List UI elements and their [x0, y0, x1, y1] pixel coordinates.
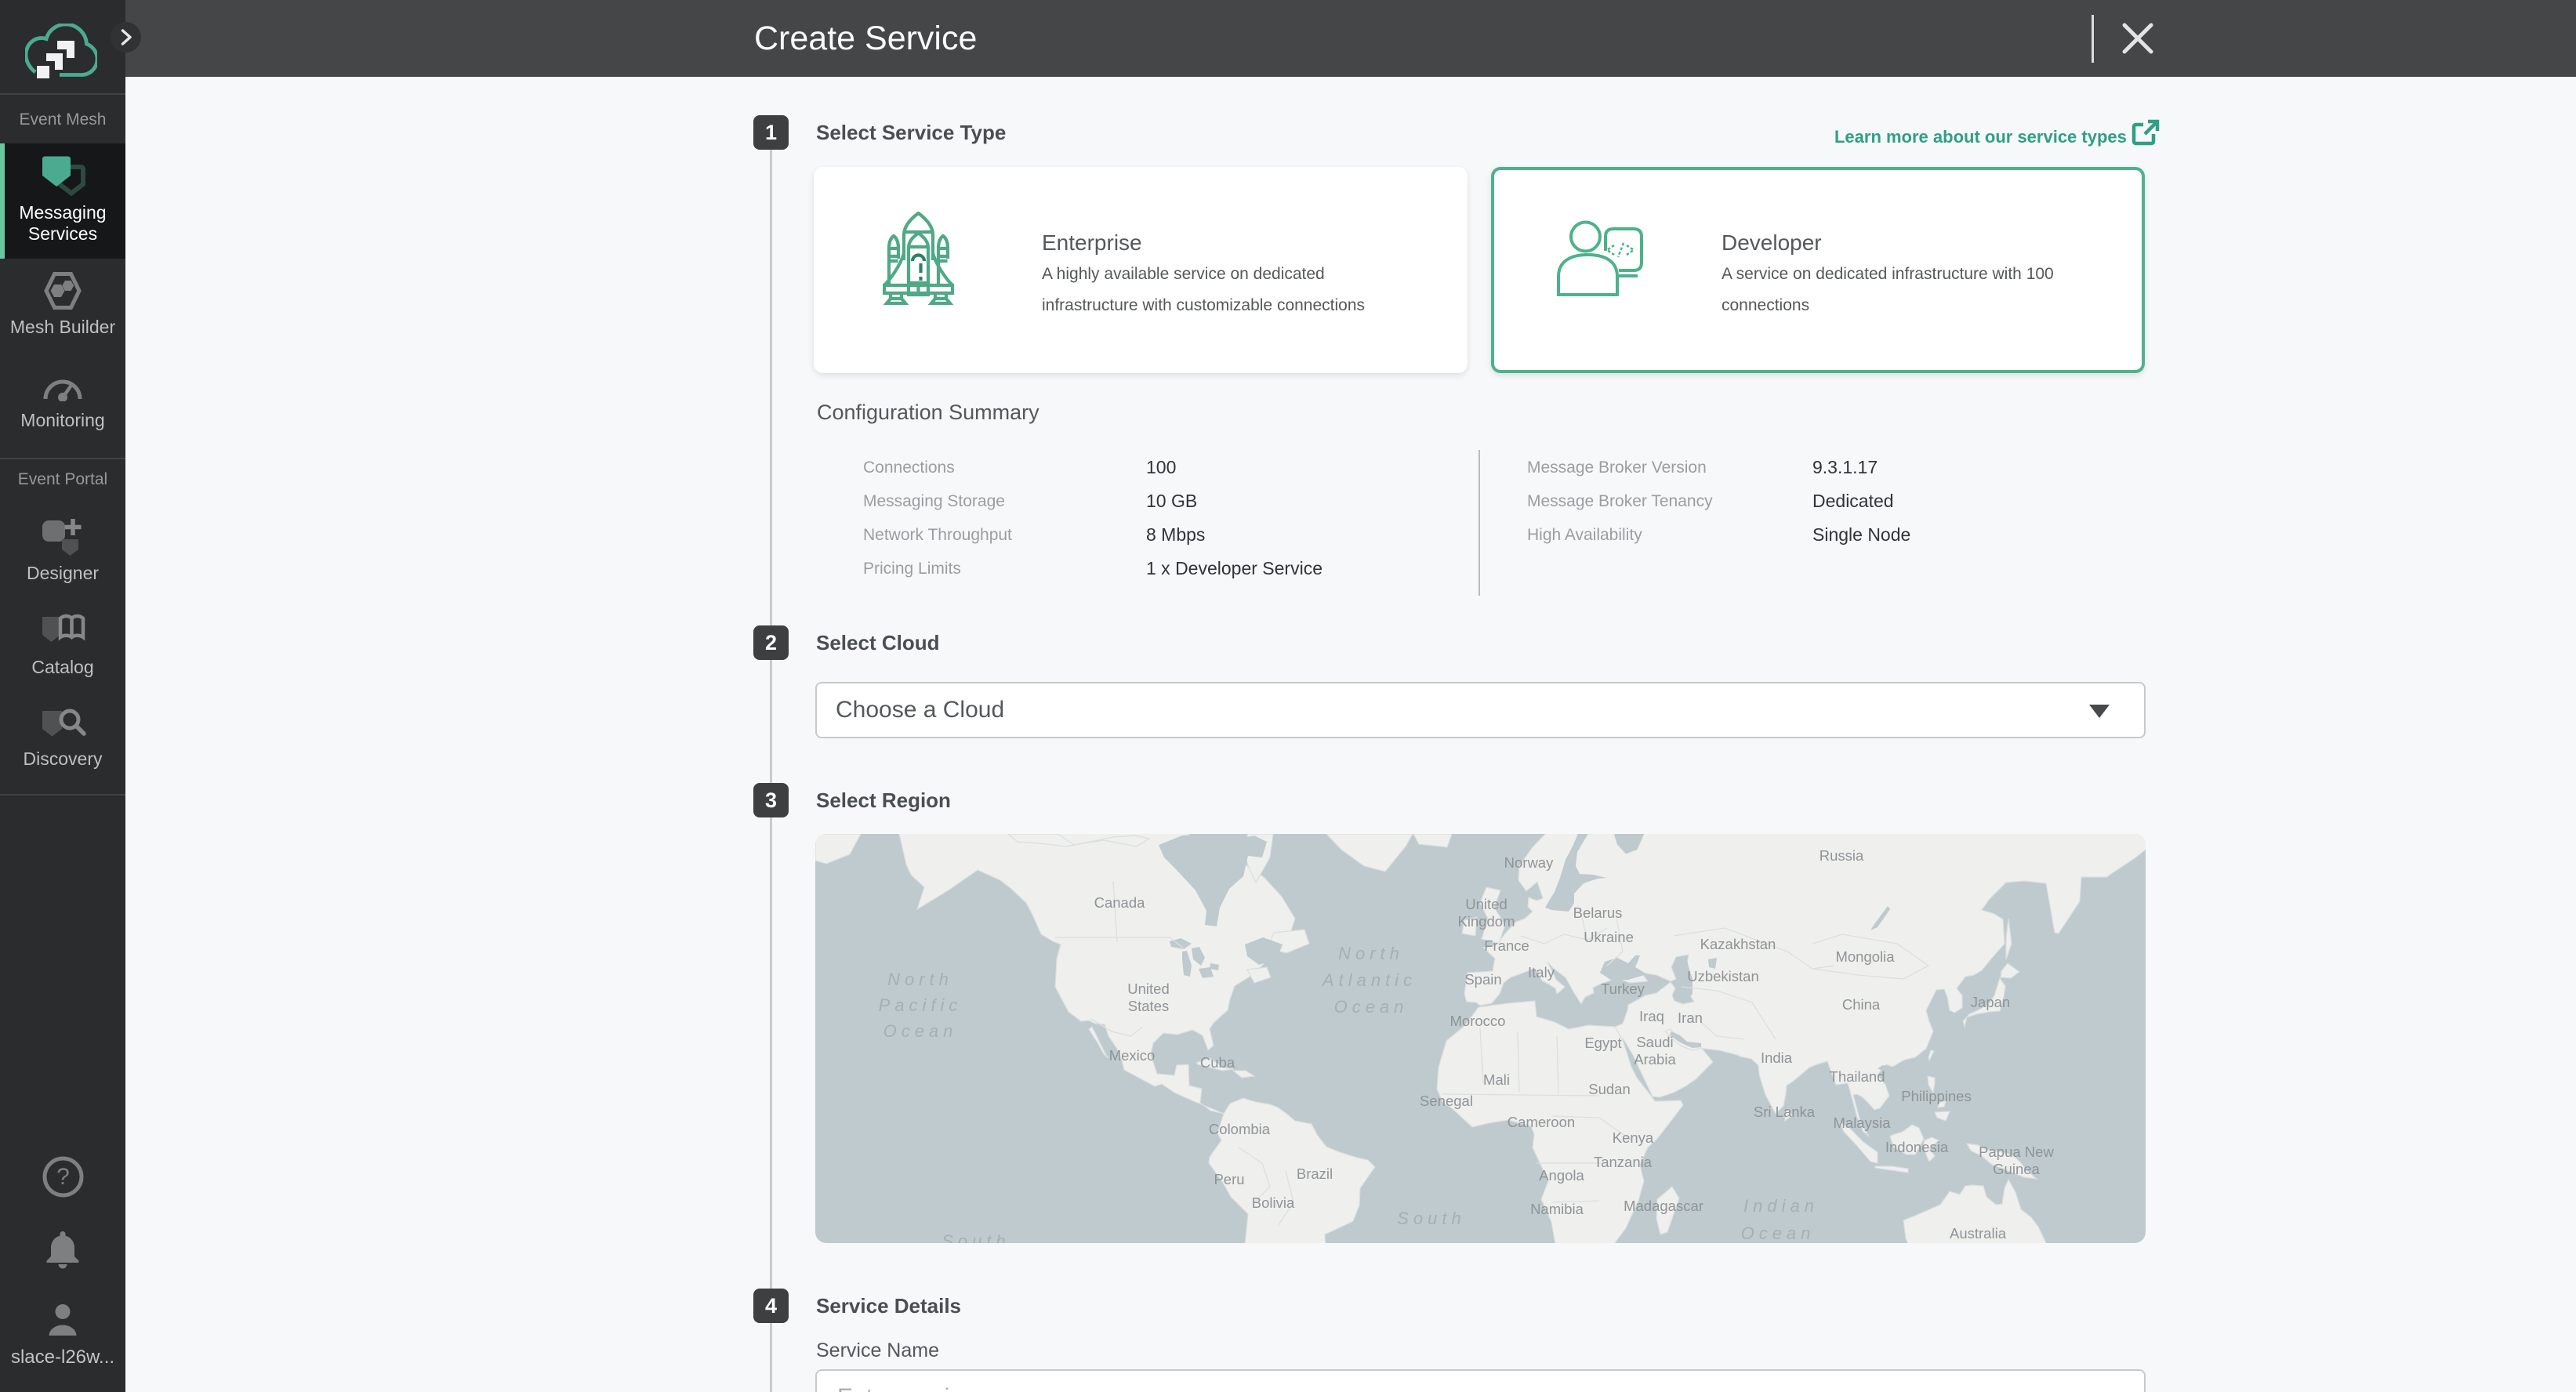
svg-text:Ocean: Ocean — [883, 1021, 958, 1041]
svg-text:Senegal: Senegal — [1420, 1093, 1473, 1109]
svg-text:Namibia: Namibia — [1530, 1201, 1584, 1217]
svg-text:Ukraine: Ukraine — [1584, 929, 1634, 945]
svg-text:United: United — [1127, 981, 1169, 997]
svg-text:Pacific: Pacific — [879, 995, 963, 1015]
svg-text:Guinea: Guinea — [1993, 1161, 2040, 1177]
svg-text:United: United — [1465, 896, 1507, 912]
svg-text:Ocean: Ocean — [1741, 1223, 1816, 1243]
svg-text:Mongolia: Mongolia — [1835, 948, 1895, 965]
svg-text:Atlantic: Atlantic — [1321, 970, 1417, 990]
svg-text:Canada: Canada — [1094, 894, 1146, 911]
svg-text:Spain: Spain — [1464, 971, 1501, 988]
svg-text:Malaysia: Malaysia — [1834, 1115, 1892, 1131]
svg-text:Cuba: Cuba — [1200, 1054, 1235, 1071]
svg-text:Saudi: Saudi — [1636, 1034, 1673, 1050]
svg-text:?: ? — [56, 1164, 70, 1190]
svg-text:Egypt: Egypt — [1584, 1035, 1621, 1051]
svg-text:Norway: Norway — [1504, 854, 1554, 871]
svg-text:Colombia: Colombia — [1209, 1121, 1271, 1137]
svg-text:Philippines: Philippines — [1901, 1088, 1971, 1104]
svg-text:Tanzania: Tanzania — [1594, 1154, 1653, 1170]
svg-text:Russia: Russia — [1820, 847, 1864, 864]
svg-text:China: China — [1842, 996, 1881, 1013]
svg-text:Angola: Angola — [1539, 1167, 1584, 1184]
svg-text:North: North — [887, 970, 953, 989]
svg-text:Japan: Japan — [1971, 994, 2010, 1010]
svg-text:Iraq: Iraq — [1639, 1008, 1664, 1024]
svg-text:Italy: Italy — [1528, 964, 1555, 981]
svg-text:States: States — [1128, 998, 1169, 1014]
svg-text:Sri Lanka: Sri Lanka — [1754, 1104, 1816, 1120]
svg-text:Papua New: Papua New — [1979, 1144, 2054, 1160]
svg-text:Madagascar: Madagascar — [1624, 1198, 1703, 1214]
svg-text:Turkey: Turkey — [1601, 981, 1645, 997]
svg-text:Mexico: Mexico — [1109, 1047, 1156, 1064]
svg-text:Indonesia: Indonesia — [1885, 1139, 1949, 1155]
svg-text:Kazakhstan: Kazakhstan — [1700, 936, 1776, 952]
svg-text:Kenya: Kenya — [1613, 1129, 1654, 1146]
svg-text:South: South — [1397, 1209, 1466, 1228]
svg-text:South: South — [942, 1231, 1010, 1243]
svg-text:Morocco: Morocco — [1450, 1013, 1506, 1029]
svg-text:Brazil: Brazil — [1297, 1165, 1333, 1182]
svg-text:Ocean: Ocean — [1334, 997, 1409, 1017]
svg-text:Kingdom: Kingdom — [1457, 913, 1515, 930]
svg-text:Cameroon: Cameroon — [1508, 1114, 1575, 1130]
svg-text:Bolivia: Bolivia — [1252, 1194, 1295, 1211]
svg-text:Belarus: Belarus — [1573, 904, 1623, 921]
svg-text:North: North — [1338, 944, 1404, 963]
svg-text:Arabia: Arabia — [1634, 1051, 1676, 1068]
svg-text:India: India — [1761, 1049, 1793, 1066]
svg-text:France: France — [1484, 937, 1529, 954]
svg-text:Uzbekistan: Uzbekistan — [1687, 968, 1759, 984]
svg-text:Peru: Peru — [1214, 1171, 1244, 1187]
svg-text:Iran: Iran — [1678, 1010, 1703, 1026]
svg-text:Sudan: Sudan — [1588, 1081, 1631, 1097]
svg-text:Mali: Mali — [1483, 1071, 1510, 1088]
svg-text:Thailand: Thailand — [1830, 1068, 1885, 1085]
svg-text:Australia: Australia — [1950, 1225, 2007, 1242]
svg-text:Indian: Indian — [1743, 1196, 1819, 1216]
